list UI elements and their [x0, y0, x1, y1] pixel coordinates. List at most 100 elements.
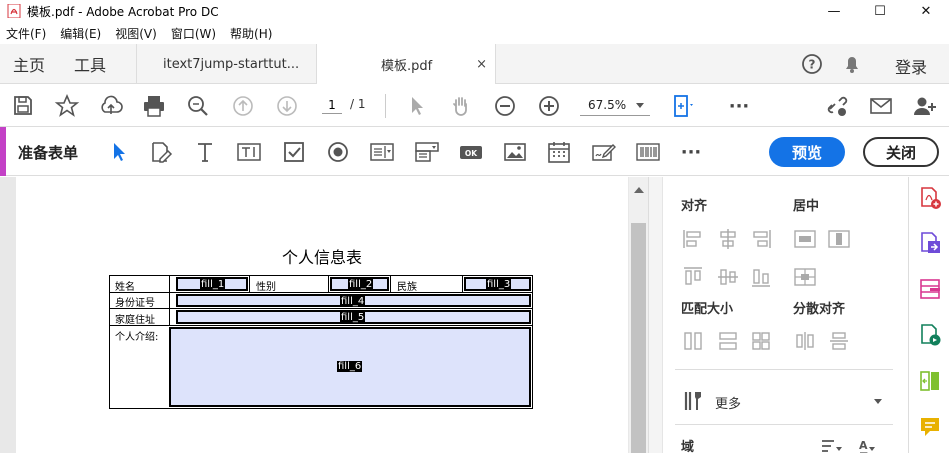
star-icon[interactable]: [54, 93, 80, 119]
title-bar: 模板.pdf - Adobe Acrobat Pro DC — ☐ ✕: [0, 0, 949, 22]
maximize-button[interactable]: ☐: [857, 0, 903, 22]
list-box-icon[interactable]: [369, 139, 395, 165]
scroll-up-icon[interactable]: [634, 187, 644, 193]
tab-tools[interactable]: 工具: [74, 44, 106, 84]
text-field-icon[interactable]: [192, 139, 218, 165]
select-cursor-icon[interactable]: [404, 93, 430, 119]
match-both-icon[interactable]: [749, 329, 773, 353]
label-gender: 性别: [256, 282, 276, 293]
send-for-signature-icon[interactable]: [918, 323, 942, 347]
zoom-select[interactable]: 67.5%: [580, 94, 650, 116]
share-link-icon[interactable]: [824, 93, 850, 119]
form-field-fill-1[interactable]: fill_1: [176, 277, 248, 291]
svg-text:OK: OK: [465, 149, 478, 158]
table-border: [169, 275, 170, 325]
menu-edit[interactable]: 编辑(E): [60, 25, 101, 42]
mail-icon[interactable]: [868, 93, 894, 119]
section-distribute: 分散对齐: [793, 302, 846, 317]
button-ok-icon[interactable]: OK: [458, 139, 484, 165]
edit-form-icon[interactable]: [148, 139, 174, 165]
bell-icon[interactable]: [840, 52, 864, 76]
center-vertically-icon[interactable]: [827, 227, 851, 251]
scroll-thumb[interactable]: [631, 223, 646, 453]
create-pdf-icon[interactable]: [918, 186, 942, 210]
close-window-button[interactable]: ✕: [903, 0, 949, 22]
align-bottom-icon[interactable]: [749, 265, 773, 289]
page-number-input[interactable]: [322, 96, 342, 114]
panel-collapse-strip[interactable]: [649, 177, 663, 453]
fit-page-icon[interactable]: [670, 93, 696, 119]
dropdown-icon[interactable]: [414, 139, 440, 165]
tool-rail: [908, 177, 949, 453]
export-pdf-icon[interactable]: [918, 231, 942, 255]
checkbox-icon[interactable]: [281, 139, 307, 165]
more-options[interactable]: 更多: [715, 393, 741, 412]
align-top-icon[interactable]: [681, 265, 705, 289]
compare-files-icon[interactable]: [918, 369, 942, 393]
help-icon[interactable]: ?: [800, 52, 824, 76]
cloud-upload-icon[interactable]: [98, 93, 124, 119]
field-name-tag: fill_2: [348, 279, 374, 290]
zoom-search-icon[interactable]: [185, 93, 211, 119]
panel-divider: [675, 369, 893, 370]
select-object-icon[interactable]: [106, 139, 132, 165]
menu-file[interactable]: 文件(F): [6, 25, 46, 42]
zoom-in-icon[interactable]: [536, 93, 562, 119]
field-name-tag: fill_1: [200, 279, 226, 290]
menu-window[interactable]: 窗口(W): [171, 25, 216, 42]
form-field-fill-6[interactable]: fill_6: [169, 327, 531, 407]
add-user-icon[interactable]: [912, 93, 938, 119]
close-form-button[interactable]: 关闭: [863, 137, 939, 167]
zoom-out-icon[interactable]: [492, 93, 518, 119]
more-tools-icon[interactable]: ···: [726, 93, 752, 119]
center-both-icon[interactable]: [793, 265, 817, 289]
match-width-icon[interactable]: [681, 329, 705, 353]
more-form-tools-icon[interactable]: ···: [678, 139, 704, 165]
sort-alpha-icon[interactable]: A: [855, 435, 879, 453]
multiline-text-icon[interactable]: [236, 139, 262, 165]
page-up-icon[interactable]: [230, 93, 256, 119]
close-tab-icon[interactable]: ×: [476, 57, 487, 72]
tab-doc-template[interactable]: 模板.pdf ×: [316, 44, 496, 84]
save-icon[interactable]: [10, 93, 36, 119]
match-height-icon[interactable]: [716, 329, 740, 353]
comment-icon[interactable]: [918, 415, 942, 439]
menu-help[interactable]: 帮助(H): [230, 25, 272, 42]
tab-doc-itext[interactable]: itext7jump-starttut...: [136, 44, 316, 84]
preview-button[interactable]: 预览: [769, 137, 845, 167]
login-button[interactable]: 登录: [895, 54, 927, 78]
vertical-scrollbar[interactable]: [629, 177, 648, 453]
form-field-fill-2[interactable]: fill_2: [330, 277, 389, 291]
page-total: / 1: [350, 97, 366, 111]
image-icon[interactable]: [502, 139, 528, 165]
distribute-vertically-icon[interactable]: [827, 329, 851, 353]
wrench-icon[interactable]: [681, 389, 705, 413]
tab-home[interactable]: 主页: [13, 44, 45, 84]
align-vertical-center-icon[interactable]: [716, 265, 740, 289]
page-down-icon[interactable]: [274, 93, 300, 119]
align-horizontal-center-icon[interactable]: [716, 227, 740, 251]
chevron-down-icon[interactable]: [874, 399, 882, 404]
sort-icon[interactable]: [819, 435, 843, 453]
table-border: [109, 308, 533, 309]
center-horizontally-icon[interactable]: [793, 227, 817, 251]
form-field-fill-3[interactable]: fill_3: [464, 277, 531, 291]
signature-icon[interactable]: [591, 139, 617, 165]
form-field-fill-4[interactable]: fill_4: [176, 294, 531, 307]
organize-pages-icon[interactable]: [918, 277, 942, 301]
label-ethnicity: 民族: [397, 282, 417, 293]
minimize-button[interactable]: —: [811, 0, 857, 22]
menu-view[interactable]: 视图(V): [115, 25, 157, 42]
hand-icon[interactable]: [448, 93, 474, 119]
date-field-icon[interactable]: [546, 139, 572, 165]
align-left-icon[interactable]: [681, 227, 705, 251]
align-right-icon[interactable]: [749, 227, 773, 251]
acrobat-icon: [7, 4, 21, 18]
distribute-horizontally-icon[interactable]: [793, 329, 817, 353]
radio-button-icon[interactable]: [325, 139, 351, 165]
print-icon[interactable]: [141, 93, 167, 119]
section-center: 居中: [793, 199, 820, 214]
field-name-tag: fill_4: [340, 296, 366, 307]
form-field-fill-5[interactable]: fill_5: [176, 310, 531, 324]
barcode-icon[interactable]: [635, 139, 661, 165]
